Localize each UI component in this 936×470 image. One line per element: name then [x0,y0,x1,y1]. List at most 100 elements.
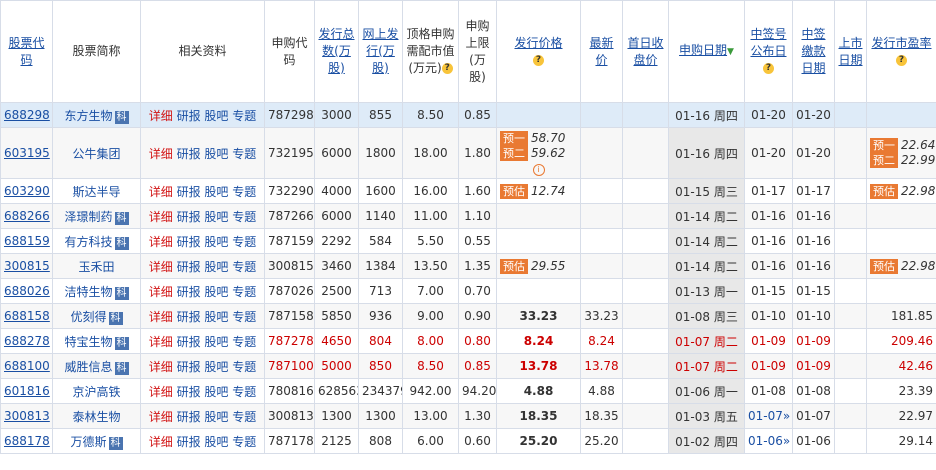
link-report[interactable]: 研报 [177,210,201,224]
link-report[interactable]: 研报 [177,435,201,449]
stock-name-link[interactable]: 特宝生物 [64,335,112,349]
link-report[interactable]: 研报 [177,410,201,424]
link-detail[interactable]: 详细 [149,335,173,349]
link-topic[interactable]: 专题 [232,147,256,161]
stock-name-link[interactable]: 威胜信息 [64,360,112,374]
stock-code-link[interactable]: 688026 [4,284,50,298]
stock-code-link[interactable]: 603195 [4,146,50,160]
link-report[interactable]: 研报 [177,285,201,299]
link-report[interactable]: 研报 [177,185,201,199]
stock-name-link[interactable]: 斯达半导 [72,185,120,199]
link-topic[interactable]: 专题 [232,435,256,449]
stock-code-link[interactable]: 300815 [4,259,50,273]
link-report[interactable]: 研报 [177,147,201,161]
header-list-date[interactable]: 上市日期 [834,0,867,103]
cell-lottery-date[interactable]: 01-07» [744,403,793,429]
link-report[interactable]: 研报 [177,385,201,399]
link-topic[interactable]: 专题 [232,410,256,424]
stock-code-link[interactable]: 688158 [4,309,50,323]
link-forum[interactable]: 股吧 [204,310,228,324]
cell-lottery-date[interactable]: 01-06» [744,428,793,454]
link-detail[interactable]: 详细 [149,435,173,449]
link-detail[interactable]: 详细 [149,147,173,161]
link-forum[interactable]: 股吧 [204,147,228,161]
cell-issue-price: 8.24 [496,328,581,354]
link-topic[interactable]: 专题 [232,285,256,299]
stock-name-link[interactable]: 洁特生物 [64,285,112,299]
link-detail[interactable]: 详细 [149,410,173,424]
link-detail[interactable]: 详细 [149,360,173,374]
stock-name-link[interactable]: 玉禾田 [78,260,114,274]
stock-code-link[interactable]: 688159 [4,234,50,248]
link-forum[interactable]: 股吧 [204,360,228,374]
link-detail[interactable]: 详细 [149,260,173,274]
link-topic[interactable]: 专题 [232,210,256,224]
stock-code-link[interactable]: 688298 [4,108,50,122]
table-row: 688159 有方科技科详细 研报 股吧 专题 787159 2292 584 5.50 0… [0,228,936,254]
link-forum[interactable]: 股吧 [204,285,228,299]
stock-name-link[interactable]: 泽璟制药 [64,210,112,224]
link-topic[interactable]: 专题 [232,235,256,249]
link-topic[interactable]: 专题 [232,310,256,324]
link-detail[interactable]: 详细 [149,109,173,123]
link-forum[interactable]: 股吧 [204,385,228,399]
link-forum[interactable]: 股吧 [204,109,228,123]
header-pay-date[interactable]: 中签缴款日期 [792,0,835,103]
stock-name-link[interactable]: 万德斯 [70,435,106,449]
header-issue-total[interactable]: 发行总数(万股) [314,0,359,103]
stock-name-link[interactable]: 有方科技 [64,235,112,249]
link-topic[interactable]: 专题 [232,360,256,374]
cell-latest-price: 25.20 [580,428,623,454]
header-lottery-date[interactable]: 中签号公布日? [744,0,793,103]
link-report[interactable]: 研报 [177,235,201,249]
link-detail[interactable]: 详细 [149,185,173,199]
link-forum[interactable]: 股吧 [204,410,228,424]
header-stock-code[interactable]: 股票代码 [0,0,53,103]
stock-code-link[interactable]: 688100 [4,359,50,373]
stock-name-link[interactable]: 京沪高铁 [72,385,120,399]
stock-name-link[interactable]: 公牛集团 [72,147,120,161]
header-first-close[interactable]: 首日收盘价 [622,0,669,103]
link-forum[interactable]: 股吧 [204,235,228,249]
cell-stock-code: 601816 [0,378,53,404]
stock-code-link[interactable]: 601816 [4,384,50,398]
stock-code-link[interactable]: 688178 [4,434,50,448]
link-forum[interactable]: 股吧 [204,260,228,274]
link-detail[interactable]: 详细 [149,285,173,299]
stock-code-link[interactable]: 603290 [4,184,50,198]
link-topic[interactable]: 专题 [232,385,256,399]
link-report[interactable]: 研报 [177,260,201,274]
link-detail[interactable]: 详细 [149,310,173,324]
link-forum[interactable]: 股吧 [204,185,228,199]
stock-name-link[interactable]: 优刻得 [70,310,106,324]
help-icon[interactable]: ? [763,63,774,74]
link-detail[interactable]: 详细 [149,235,173,249]
header-sub-date[interactable]: 申购日期▼ [668,0,745,103]
help-icon[interactable]: ? [896,54,907,66]
link-forum[interactable]: 股吧 [204,335,228,349]
link-report[interactable]: 研报 [177,335,201,349]
link-report[interactable]: 研报 [177,310,201,324]
link-report[interactable]: 研报 [177,360,201,374]
info-icon[interactable]: i [532,163,545,176]
link-forum[interactable]: 股吧 [204,435,228,449]
link-topic[interactable]: 专题 [232,185,256,199]
link-detail[interactable]: 详细 [149,210,173,224]
header-pe[interactable]: 发行市盈率? [866,0,936,103]
header-latest-price[interactable]: 最新价 [580,0,623,103]
stock-name-link[interactable]: 泰林生物 [72,410,120,424]
stock-code-link[interactable]: 688266 [4,209,50,223]
link-detail[interactable]: 详细 [149,385,173,399]
header-issue-price[interactable]: 发行价格? [496,0,581,103]
stock-code-link[interactable]: 688278 [4,334,50,348]
link-forum[interactable]: 股吧 [204,210,228,224]
help-icon[interactable]: ? [441,63,453,74]
stock-name-link[interactable]: 东方生物 [64,109,112,123]
header-online-issue[interactable]: 网上发行(万股) [358,0,403,103]
link-topic[interactable]: 专题 [232,335,256,349]
help-icon[interactable]: ? [533,54,544,66]
link-topic[interactable]: 专题 [232,260,256,274]
link-topic[interactable]: 专题 [232,109,256,123]
link-report[interactable]: 研报 [177,109,201,123]
stock-code-link[interactable]: 300813 [4,409,50,423]
